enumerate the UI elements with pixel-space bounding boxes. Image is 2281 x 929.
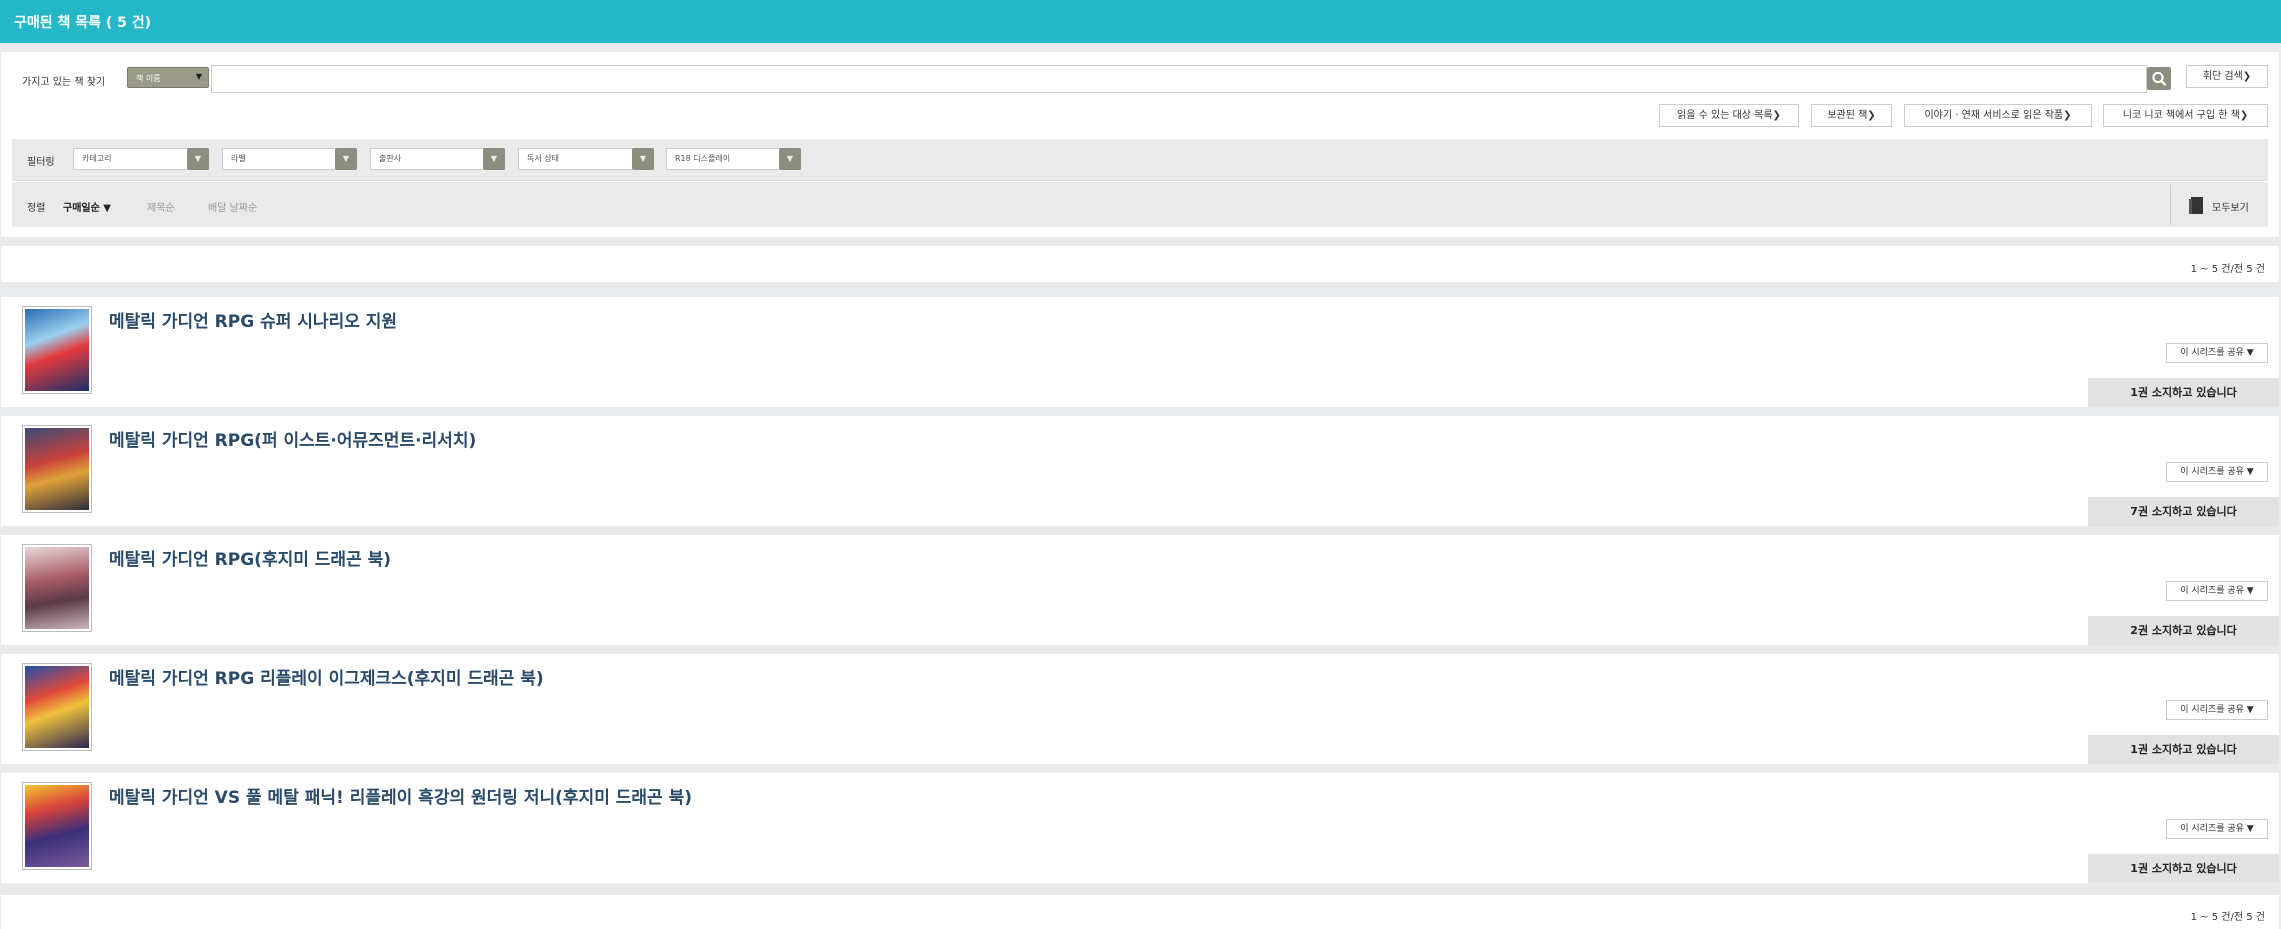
search-icon [2152,71,2167,86]
search-field-select-value: 책 이름 [136,74,161,83]
search-input[interactable] [211,65,2147,93]
owned-count[interactable]: 1권 소지하고 있습니다 [2088,378,2279,407]
filter-label: 필터링 [27,157,55,168]
owned-count[interactable]: 1권 소지하고 있습니다 [2088,735,2279,764]
book-card: 메탈릭 가디언 RPG(후지미 드래곤 북) 이 시리즈를 공유 ▼ 2권 소지… [1,535,2279,645]
sort-bar [12,182,2268,227]
reading-status-filter-select[interactable]: 독서 상태 ▼ [518,148,654,170]
owned-count[interactable]: 7권 소지하고 있습니다 [2088,497,2279,526]
sort-by-purchase-date[interactable]: 구매일순 ▼ [63,199,111,214]
page-title: 구매된 책 목록 ( 5 건) [14,15,152,31]
r18-display-filter-value: R18 디스플레이 [675,154,731,163]
share-series-button[interactable]: 이 시리즈를 공유 ▼ [2166,581,2268,601]
book-cover[interactable] [22,425,92,513]
share-series-button[interactable]: 이 시리즈를 공유 ▼ [2166,819,2268,839]
search-field-select[interactable]: 책 이름 ▼ [127,67,209,88]
share-series-button[interactable]: 이 시리즈를 공유 ▼ [2166,343,2268,363]
sort-by-delivery-date[interactable]: 배달 날짜순 [208,199,257,214]
book-cover[interactable] [22,544,92,632]
label-filter-select[interactable]: 라벨 ▼ [222,148,357,170]
category-filter-value: 카테고리 [82,154,112,163]
chevron-down-icon: ▼ [335,148,357,170]
owned-count[interactable]: 2권 소지하고 있습니다 [2088,616,2279,645]
chevron-down-icon: ▼ [632,148,654,170]
chevron-down-icon: ▼ [187,148,209,170]
book-cover[interactable] [22,306,92,394]
book-title[interactable]: 메탈릭 가디언 RPG 리플레이 이그제크스(후지미 드래곤 북) [109,664,544,689]
reading-status-filter-value: 독서 상태 [527,154,559,163]
share-series-button[interactable]: 이 시리즈를 공유 ▼ [2166,700,2268,720]
book-cover[interactable] [22,782,92,870]
search-label: 가지고 있는 책 찾기 [22,77,106,88]
chevron-down-icon: ▼ [483,148,505,170]
niconico-books-button[interactable]: 니코 니코 책에서 구입 한 책❯ [2103,104,2268,127]
search-button[interactable] [2147,67,2171,90]
advanced-search-button[interactable]: 휘단 검색❯ [2186,65,2268,88]
view-all-label: 모두보기 [2212,203,2249,214]
r18-display-filter-select[interactable]: R18 디스플레이 ▼ [666,148,801,170]
book-cover[interactable] [22,663,92,751]
readable-list-button[interactable]: 읽을 수 있는 대상 목록❯ [1659,104,1799,127]
share-series-button[interactable]: 이 시리즈를 공유 ▼ [2166,462,2268,482]
pagination-bar-bottom: 1 ~ 5 건/전 5 건 [1,895,2279,929]
sort-by-title[interactable]: 제목순 [147,199,175,214]
result-count: 1 ~ 5 건/전 5 건 [2190,264,2265,275]
chevron-down-icon: ▼ [779,148,801,170]
book-card: 메탈릭 가디언 RPG 리플레이 이그제크스(후지미 드래곤 북) 이 시리즈를… [1,654,2279,764]
book-icon [2189,197,2203,214]
book-title[interactable]: 메탈릭 가디언 VS 풀 메탈 패닉! 리플레이 흑강의 원더링 저니(후지미 … [109,783,692,808]
archived-books-button[interactable]: 보관된 책❯ [1811,104,1892,127]
category-filter-select[interactable]: 카테고리 ▼ [73,148,209,170]
chevron-down-icon: ▼ [195,72,202,81]
publisher-filter-select[interactable]: 출판사 ▼ [370,148,505,170]
book-card: 메탈릭 가디언 VS 풀 메탈 패닉! 리플레이 흑강의 원더링 저니(후지미 … [1,773,2279,883]
book-title[interactable]: 메탈릭 가디언 RPG(퍼 이스트·어뮤즈먼트·리서치) [109,426,476,451]
result-count-bottom: 1 ~ 5 건/전 5 건 [2190,912,2265,923]
story-serial-works-button[interactable]: 이야기 · 연재 서비스로 읽은 작품❯ [1904,104,2092,127]
book-title[interactable]: 메탈릭 가디언 RPG 슈퍼 시나리오 지원 [109,307,397,332]
page-header: 구매된 책 목록 ( 5 건) [0,0,2281,43]
pagination-bar: 1 ~ 5 건/전 5 건 [1,246,2279,282]
label-filter-value: 라벨 [231,154,246,163]
book-card: 메탈릭 가디언 RPG(퍼 이스트·어뮤즈먼트·리서치) 이 시리즈를 공유 ▼… [1,416,2279,526]
book-card: 메탈릭 가디언 RPG 슈퍼 시나리오 지원 이 시리즈를 공유 ▼ 1권 소지… [1,297,2279,407]
owned-count[interactable]: 1권 소지하고 있습니다 [2088,854,2279,883]
book-title[interactable]: 메탈릭 가디언 RPG(후지미 드래곤 북) [109,545,391,570]
publisher-filter-value: 출판사 [379,154,402,163]
sort-label: 정렬 [27,203,46,214]
